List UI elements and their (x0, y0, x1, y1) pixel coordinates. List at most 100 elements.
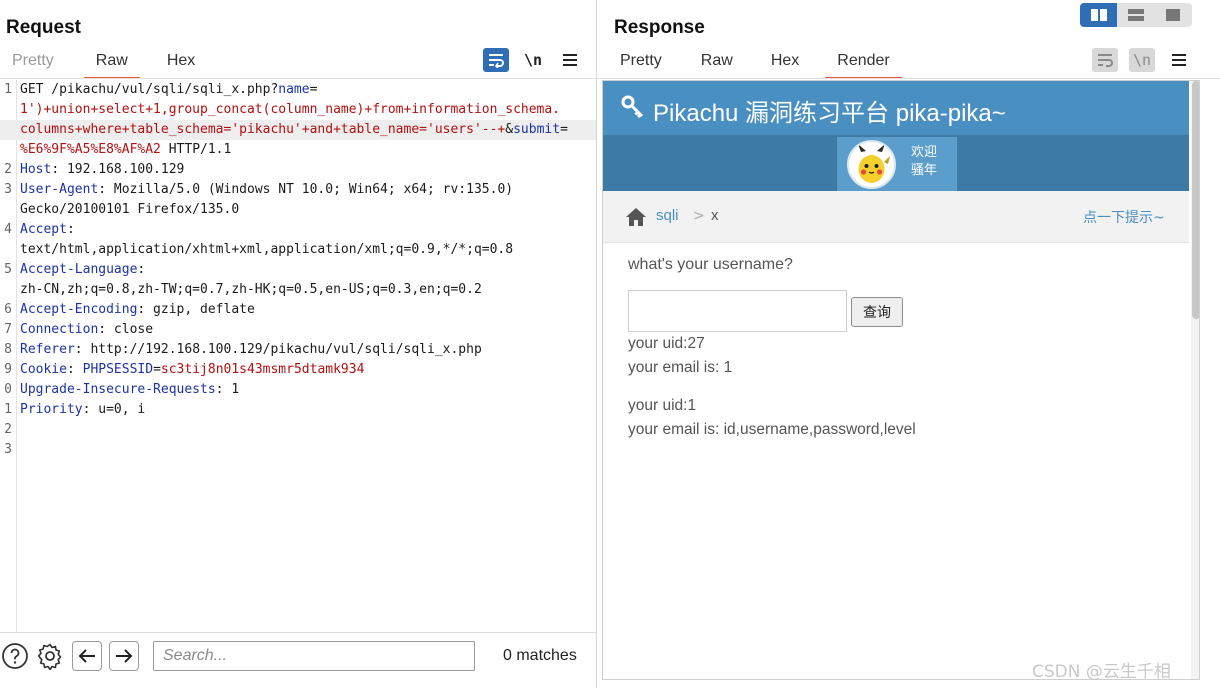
header-key: User-Agent (20, 182, 99, 197)
next-match-button[interactable] (109, 641, 139, 671)
code-line: 7 Connection: close (0, 320, 596, 340)
request-pane: Request Pretty Raw Hex \n 1 GET /pikachu/… (0, 0, 597, 688)
request-menu-button[interactable] (557, 48, 583, 72)
line-number: 2 (4, 422, 12, 437)
home-icon[interactable] (625, 207, 647, 227)
request-tab-divider (0, 78, 596, 79)
plain-text: zh-CN,zh;q=0.8,zh-TW;q=0.7,zh-HK;q=0.5,e… (20, 282, 482, 297)
header-key: Accept (20, 222, 67, 237)
menu-icon (1172, 54, 1186, 66)
newline-toggle[interactable]: \n (520, 48, 546, 72)
header-key: name (278, 82, 310, 97)
watermark: CSDN @云生千相 (1032, 662, 1171, 682)
header-key: Cookie (20, 362, 67, 377)
line-text: columns+where+table_schema='pikachu'+and… (20, 120, 568, 140)
newline-icon: \n (523, 51, 543, 69)
response-tabs: Pretty Raw Hex Render (620, 50, 903, 79)
code-line: 3 (0, 440, 596, 460)
plain-text: : http://192.168.100.129/pikachu/vul/sql… (74, 342, 482, 357)
wrap-lines-button[interactable] (483, 48, 509, 72)
response-tab-hex[interactable]: Hex (771, 50, 799, 78)
response-tab-pretty[interactable]: Pretty (620, 50, 662, 78)
site-title[interactable]: Pikachu 漏洞练习平台 pika-pika~ (653, 93, 1006, 128)
username-input[interactable] (628, 290, 847, 332)
breadcrumb-x: x (711, 207, 719, 224)
match-count: 0 matches (503, 647, 577, 664)
scrollbar-thumb[interactable] (1192, 81, 1199, 319)
code-line: 6 Accept-Encoding: gzip, deflate (0, 300, 596, 320)
settings-button[interactable] (35, 641, 65, 671)
welcome-text: 欢迎 骚年 (911, 144, 937, 180)
render-scrollbar[interactable] (1191, 81, 1199, 679)
response-wrap-button[interactable] (1092, 48, 1118, 72)
plain-text: GET /pikachu/vul/sqli/sqli_x.php? (20, 82, 279, 97)
layout-rows-icon (1127, 9, 1144, 21)
header-key: Accept-Encoding (20, 302, 138, 317)
layout-split-button[interactable] (1080, 3, 1117, 27)
plain-text: text/html,application/xhtml+xml,applicat… (20, 242, 514, 257)
line-text: Connection: close (20, 320, 153, 340)
result-email-2: your email is: id,username,password,leve… (628, 421, 916, 438)
line-number: 8 (4, 342, 12, 357)
param-value: columns+where+table_schema='pikachu'+and… (20, 122, 506, 137)
request-tab-raw[interactable]: Raw (83, 50, 140, 79)
request-tab-pretty[interactable]: Pretty (12, 50, 54, 78)
response-menu-button[interactable] (1166, 48, 1192, 72)
response-newline-toggle[interactable]: \n (1129, 48, 1155, 72)
arrow-right-icon (116, 649, 133, 663)
menu-icon (563, 54, 577, 66)
line-text: Host: 192.168.100.129 (20, 160, 184, 180)
pikachu-nav: 欢迎 骚年 (603, 135, 1189, 191)
request-footer: 0 matches (0, 632, 596, 688)
request-title: Request (6, 17, 81, 38)
plain-text: : (66, 222, 75, 237)
response-tab-raw[interactable]: Raw (701, 50, 733, 78)
line-text: text/html,application/xhtml+xml,applicat… (20, 240, 513, 260)
line-text: zh-CN,zh;q=0.8,zh-TW;q=0.7,zh-HK;q=0.5,e… (20, 280, 482, 300)
layout-single-button[interactable] (1154, 3, 1191, 27)
line-number: 4 (4, 222, 12, 237)
query-button[interactable]: 查询 (851, 297, 903, 327)
code-line: 4 Accept: (0, 220, 596, 240)
layout-rows-button[interactable] (1117, 3, 1154, 27)
breadcrumb-sqli[interactable]: sqli (656, 207, 679, 224)
code-line: text/html,application/xhtml+xml,applicat… (0, 240, 596, 260)
line-text: Gecko/20100101 Firefox/135.0 (20, 200, 239, 220)
response-tab-render[interactable]: Render (825, 50, 903, 79)
line-text: Upgrade-Insecure-Requests: 1 (20, 380, 239, 400)
result-uid-2: your uid:1 (628, 397, 697, 414)
previous-match-button[interactable] (72, 641, 102, 671)
breadcrumb: sqli > x 点一下提示~ (603, 191, 1189, 243)
welcome-line-2: 骚年 (911, 163, 938, 178)
plain-text: : u=0, i (82, 402, 146, 417)
line-text: %E6%9F%A5%E8%AF%A2 HTTP/1.1 (20, 140, 231, 160)
line-number: 3 (4, 182, 12, 197)
wrap-lines-icon (1098, 54, 1113, 67)
header-key: Accept-Language (20, 262, 138, 277)
code-line: 0 Upgrade-Insecure-Requests: 1 (0, 380, 596, 400)
wrap-lines-icon (489, 54, 504, 68)
line-number: 5 (4, 262, 12, 277)
request-tabs: Pretty Raw Hex (12, 50, 195, 79)
header-key: Connection (20, 322, 99, 337)
line-text: Referer: http://192.168.100.129/pikachu/… (20, 340, 482, 360)
plain-text: = (309, 82, 318, 97)
hint-link[interactable]: 点一下提示~ (1083, 207, 1165, 227)
code-line: 3 User-Agent: Mozilla/5.0 (Windows NT 10.… (0, 180, 596, 200)
help-button[interactable] (0, 641, 30, 671)
line-text: Accept-Language: (20, 260, 145, 280)
plain-text: Gecko/20100101 Firefox/135.0 (20, 202, 240, 217)
request-tab-hex[interactable]: Hex (167, 50, 195, 78)
request-editor[interactable]: 1 GET /pikachu/vul/sqli/sqli_x.php?name= 1… (0, 80, 596, 632)
breadcrumb-separator: > (693, 208, 705, 224)
code-line: columns+where+table_schema='pikachu'+and… (0, 120, 596, 140)
plain-text: : 192.168.100.129 (51, 162, 185, 177)
user-info[interactable]: 欢迎 骚年 (837, 137, 957, 191)
code-line: 9 Cookie: PHPSESSID=sc3tij8n01s43msmr5dta… (0, 360, 596, 380)
line-text: Accept-Encoding: gzip, deflate (20, 300, 255, 320)
plain-text: = (153, 362, 161, 377)
plain-text: : gzip, deflate (137, 302, 255, 317)
line-number: 0 (4, 382, 12, 397)
search-input[interactable] (153, 641, 475, 671)
newline-icon: \n (1132, 51, 1152, 69)
